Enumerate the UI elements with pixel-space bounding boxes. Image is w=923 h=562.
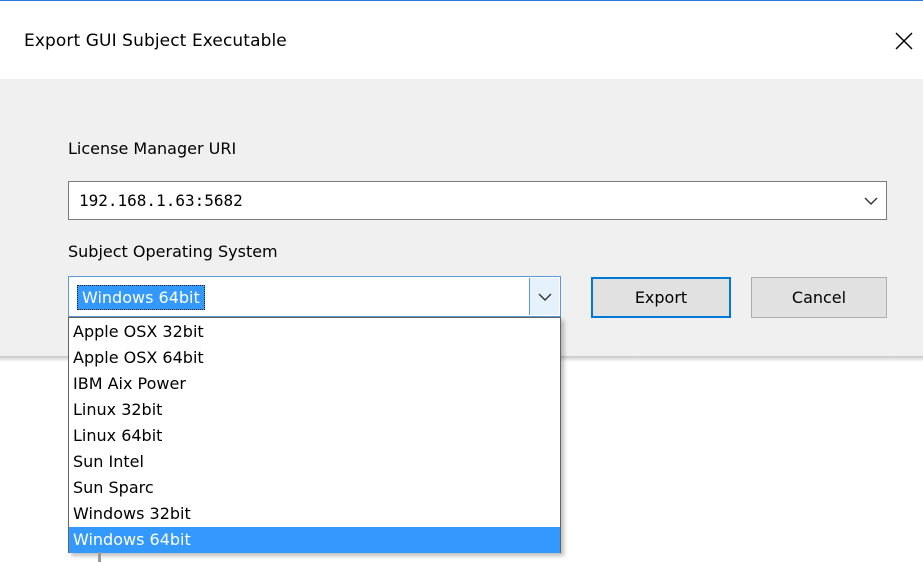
chevron-down-icon[interactable]	[862, 182, 880, 219]
dialog-title: Export GUI Subject Executable	[24, 31, 287, 51]
os-option-sun-intel[interactable]: Sun Intel	[69, 449, 560, 475]
license-manager-label: License Manager URI	[68, 139, 237, 158]
close-icon	[895, 32, 913, 50]
chevron-down-icon	[538, 293, 551, 301]
subject-os-combo[interactable]: Windows 64bit	[68, 276, 561, 317]
close-button[interactable]	[888, 25, 920, 57]
os-option-sun-sparc[interactable]: Sun Sparc	[69, 475, 560, 501]
export-dialog: Export GUI Subject Executable License Ma…	[0, 0, 923, 358]
subject-os-label: Subject Operating System	[68, 242, 278, 261]
license-manager-uri-combo[interactable]: 192.168.1.63:5682	[68, 181, 887, 220]
subject-os-selected-value: Windows 64bit	[77, 285, 205, 310]
os-option-apple-osx-32bit[interactable]: Apple OSX 32bit	[69, 319, 560, 345]
license-manager-uri-value: 192.168.1.63:5682	[79, 191, 243, 210]
background-fragment	[98, 552, 101, 562]
os-option-windows-32bit[interactable]: Windows 32bit	[69, 501, 560, 527]
os-option-apple-osx-64bit[interactable]: Apple OSX 64bit	[69, 345, 560, 371]
subject-os-dropdown-list[interactable]: Apple OSX 32bit Apple OSX 64bit IBM Aix …	[68, 317, 561, 553]
page: Export GUI Subject Executable License Ma…	[0, 0, 923, 562]
os-option-windows-64bit[interactable]: Windows 64bit	[69, 527, 560, 553]
os-option-linux-64bit[interactable]: Linux 64bit	[69, 423, 560, 449]
cancel-button[interactable]: Cancel	[751, 277, 887, 318]
os-option-ibm-aix-power[interactable]: IBM Aix Power	[69, 371, 560, 397]
export-button[interactable]: Export	[591, 277, 731, 318]
subject-os-dropdown-button[interactable]	[529, 278, 559, 315]
os-option-linux-32bit[interactable]: Linux 32bit	[69, 397, 560, 423]
title-bar: Export GUI Subject Executable	[0, 1, 923, 79]
